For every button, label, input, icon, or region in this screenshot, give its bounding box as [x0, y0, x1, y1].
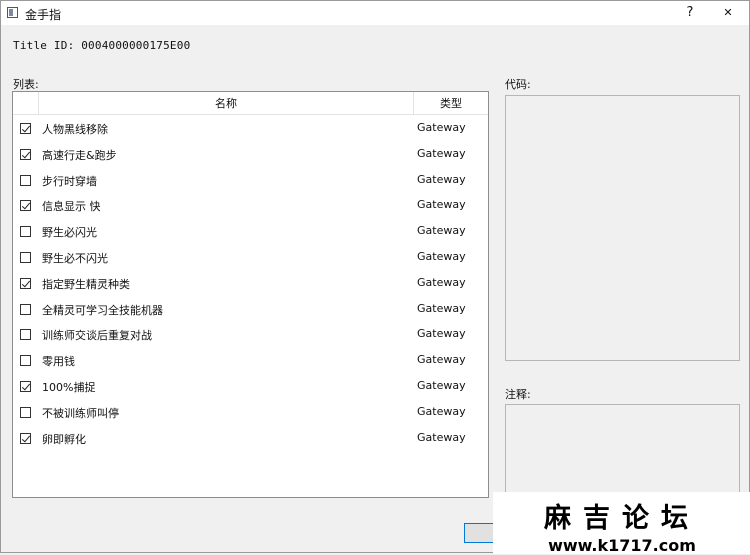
- item-checkbox[interactable]: [20, 303, 31, 315]
- watermark: 麻吉论坛 www.k1717.com: [493, 492, 750, 555]
- item-checkbox[interactable]: [20, 329, 31, 341]
- item-name: 野生必闪光: [42, 226, 97, 240]
- item-type: Gateway: [417, 198, 466, 212]
- list-item[interactable]: 人物黑线移除 Gateway: [13, 116, 488, 142]
- item-name: 信息显示 快: [42, 200, 101, 214]
- list-rows: 人物黑线移除 Gateway 高速行走&跑步 Gateway 步行时穿墙 Gateway 信…: [13, 116, 488, 451]
- title-id-label: Title ID: 0004000000175E00: [13, 39, 191, 52]
- item-type: Gateway: [417, 353, 466, 367]
- item-type: Gateway: [417, 301, 466, 315]
- list-item[interactable]: 指定野生精灵种类 Gateway: [13, 271, 488, 297]
- item-checkbox[interactable]: [20, 380, 31, 392]
- item-type: Gateway: [417, 378, 466, 392]
- item-name: 不被训练师叫停: [42, 406, 119, 420]
- item-checkbox[interactable]: [20, 200, 31, 212]
- item-type: Gateway: [417, 275, 466, 289]
- item-checkbox[interactable]: [20, 148, 31, 160]
- watermark-url: www.k1717.com: [548, 536, 696, 555]
- list-item[interactable]: 100%捕捉 Gateway: [13, 374, 488, 400]
- item-name: 人物黑线移除: [42, 123, 108, 136]
- list-item[interactable]: 训练师交谈后重复对战 Gateway: [13, 322, 488, 348]
- list-item[interactable]: 卵即孵化 Gateway: [13, 426, 488, 452]
- item-name: 野生必不闪光: [42, 251, 108, 265]
- cheat-list[interactable]: 名称 类型 人物黑线移除 Gateway 高速行走&跑步 Gateway 步行时穿墙 Ga…: [12, 91, 489, 498]
- list-label: 列表:: [13, 78, 39, 91]
- item-type: Gateway: [417, 121, 466, 134]
- item-checkbox[interactable]: [20, 277, 31, 289]
- list-item[interactable]: 信息显示 快 Gateway: [13, 193, 488, 219]
- list-item[interactable]: 高速行走&跑步 Gateway: [13, 142, 488, 168]
- code-textbox[interactable]: [505, 95, 740, 361]
- item-name: 100%捕捉: [42, 380, 96, 394]
- item-checkbox[interactable]: [20, 226, 31, 238]
- help-button[interactable]: ?: [677, 3, 703, 23]
- item-name: 步行时穿墙: [42, 174, 97, 188]
- header-name[interactable]: 名称: [39, 92, 414, 115]
- list-item[interactable]: 野生必闪光 Gateway: [13, 219, 488, 245]
- title-bar: 金手指 ? ✕: [1, 1, 749, 25]
- item-type: Gateway: [417, 249, 466, 263]
- header-type[interactable]: 类型: [414, 92, 488, 115]
- item-checkbox[interactable]: [20, 123, 31, 134]
- watermark-title: 麻吉论坛: [544, 503, 700, 534]
- item-type: Gateway: [417, 430, 466, 444]
- item-name: 零用钱: [42, 355, 75, 369]
- item-type: Gateway: [417, 172, 466, 186]
- item-name: 指定野生精灵种类: [42, 277, 130, 291]
- item-type: Gateway: [417, 146, 466, 160]
- list-item[interactable]: 不被训练师叫停 Gateway: [13, 400, 488, 426]
- list-item[interactable]: 野生必不闪光 Gateway: [13, 245, 488, 271]
- item-name: 卵即孵化: [42, 432, 86, 446]
- window-title: 金手指: [25, 8, 62, 22]
- item-checkbox[interactable]: [20, 174, 31, 186]
- item-checkbox[interactable]: [20, 355, 31, 367]
- item-checkbox[interactable]: [20, 406, 31, 418]
- item-type: Gateway: [417, 224, 466, 238]
- list-header: 名称 类型: [13, 92, 488, 115]
- list-item[interactable]: 零用钱 Gateway: [13, 348, 488, 374]
- close-button[interactable]: ✕: [713, 3, 743, 23]
- item-checkbox[interactable]: [20, 432, 31, 444]
- code-label: 代码:: [505, 78, 531, 91]
- item-name: 全精灵可学习全技能机器: [42, 303, 163, 317]
- cheat-dialog: 金手指 ? ✕ Title ID: 0004000000175E00 列表: 名…: [0, 0, 750, 555]
- header-checkbox-column: [13, 92, 39, 115]
- item-name: 训练师交谈后重复对战: [42, 329, 152, 343]
- notes-textbox[interactable]: [505, 404, 740, 496]
- list-item[interactable]: 全精灵可学习全技能机器 Gateway: [13, 297, 488, 323]
- item-name: 高速行走&跑步: [42, 148, 117, 162]
- list-item[interactable]: 步行时穿墙 Gateway: [13, 168, 488, 194]
- app-icon: [7, 7, 18, 18]
- item-checkbox[interactable]: [20, 251, 31, 263]
- item-type: Gateway: [417, 327, 466, 341]
- item-type: Gateway: [417, 404, 466, 418]
- notes-label: 注释:: [505, 388, 531, 401]
